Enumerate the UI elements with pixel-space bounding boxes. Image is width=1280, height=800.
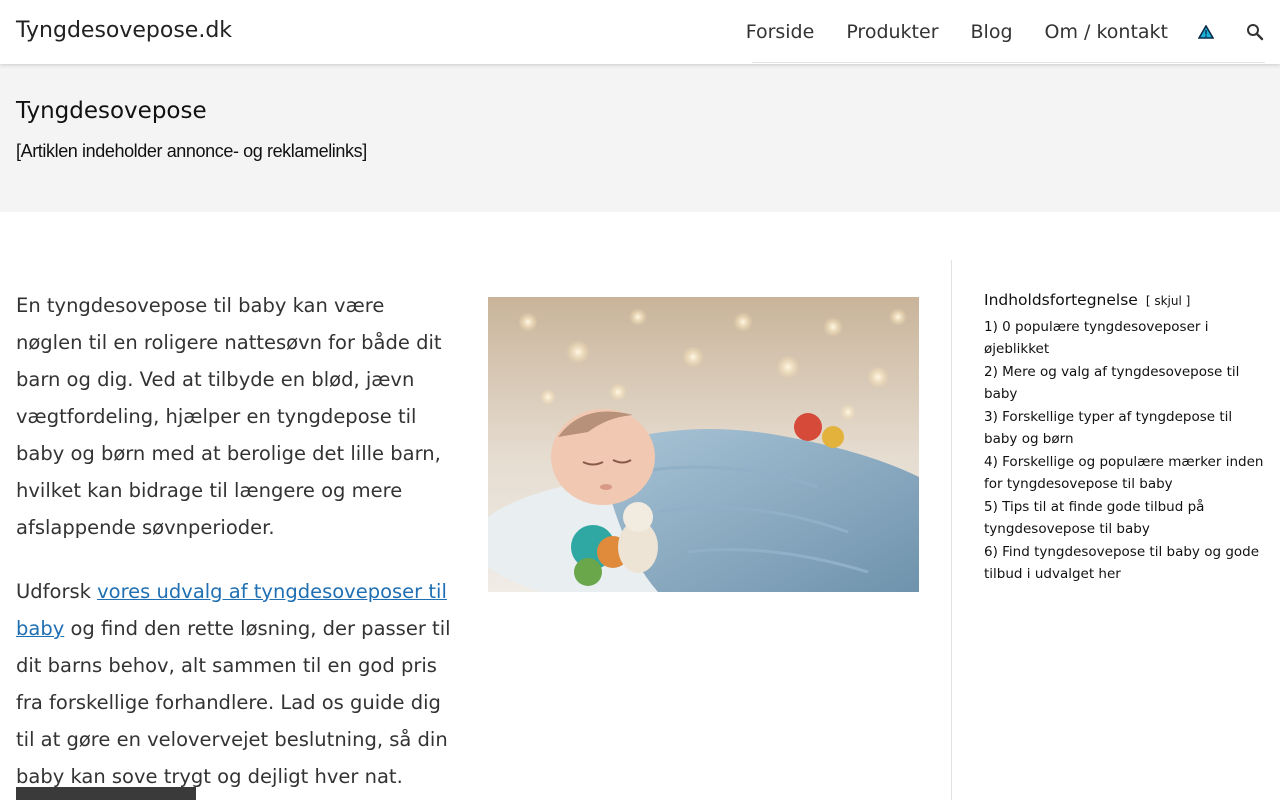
intro-paragraph: En tyngdesovepose til baby kan være nøgl… [16, 294, 442, 539]
site-logo-link[interactable]: Tyngdesovepose.dk [16, 18, 232, 43]
toc-toggle-close: ] [1185, 294, 1191, 308]
title-band: Tyngdesovepose [Artiklen indeholder anno… [0, 64, 1280, 212]
toc-item: 2) Mere og valg af tyngdesovepose til ba… [984, 362, 1264, 405]
toc-title: Indholdsfortegnelse [984, 291, 1138, 309]
toc-item: 6) Find tyngdesovepose til baby og gode … [984, 542, 1264, 585]
toc-header: Indholdsfortegnelse [ skjul ] [984, 291, 1264, 309]
site-header: Tyngdesovepose.dk Forside Produkter Blog… [0, 0, 1280, 64]
ad-disclaimer: [Artiklen indeholder annonce- og reklame… [16, 141, 367, 161]
main-nav: Forside Produkter Blog Om / kontakt [714, 0, 1264, 64]
toc-link-1[interactable]: 1) 0 populære tyngdesoveposer i øjeblikk… [984, 319, 1208, 357]
explore-suffix: og find den rette løsning, der passer ti… [16, 617, 451, 788]
search-icon[interactable] [1246, 0, 1264, 64]
nav-om-kontakt[interactable]: Om / kontakt [1045, 0, 1168, 64]
toc-link-4[interactable]: 4) Forskellige og populære mærker inden … [984, 454, 1263, 492]
sleeping-baby-image [488, 297, 919, 592]
table-of-contents: Indholdsfortegnelse [ skjul ] 1) 0 popul… [984, 291, 1264, 587]
toc-item: 4) Forskellige og populære mærker inden … [984, 452, 1264, 495]
toc-link-2[interactable]: 2) Mere og valg af tyngdesovepose til ba… [984, 364, 1239, 402]
nav-produkter[interactable]: Produkter [846, 0, 938, 64]
page-title: Tyngdesovepose [16, 98, 207, 124]
toc-toggle-open: [ [1145, 294, 1151, 308]
article-content: En tyngdesovepose til baby kan være nøgl… [16, 287, 456, 800]
toc-toggle: [ skjul ] [1146, 294, 1191, 308]
sidebar-divider [951, 260, 952, 800]
warning-triangle-icon[interactable] [1198, 0, 1214, 64]
explore-prefix: Udforsk [16, 580, 98, 603]
article-button-partial[interactable] [16, 787, 196, 800]
explore-paragraph: Udforsk vores udvalg af tyngdesoveposer … [16, 573, 456, 795]
toc-item: 5) Tips til at finde gode tilbud på tyng… [984, 497, 1264, 540]
toc-link-3[interactable]: 3) Forskellige typer af tyngdepose til b… [984, 409, 1232, 447]
toc-link-5[interactable]: 5) Tips til at finde gode tilbud på tyng… [984, 499, 1204, 537]
nav-blog[interactable]: Blog [971, 0, 1013, 64]
toc-item: 1) 0 populære tyngdesoveposer i øjeblikk… [984, 317, 1264, 360]
nav-forside[interactable]: Forside [746, 0, 815, 64]
toc-hide-link[interactable]: skjul [1154, 294, 1181, 308]
toc-list: 1) 0 populære tyngdesoveposer i øjeblikk… [984, 317, 1264, 585]
toc-link-6[interactable]: 6) Find tyngdesovepose til baby og gode … [984, 544, 1259, 582]
toc-item: 3) Forskellige typer af tyngdepose til b… [984, 407, 1264, 450]
nav-underline [752, 62, 1265, 63]
